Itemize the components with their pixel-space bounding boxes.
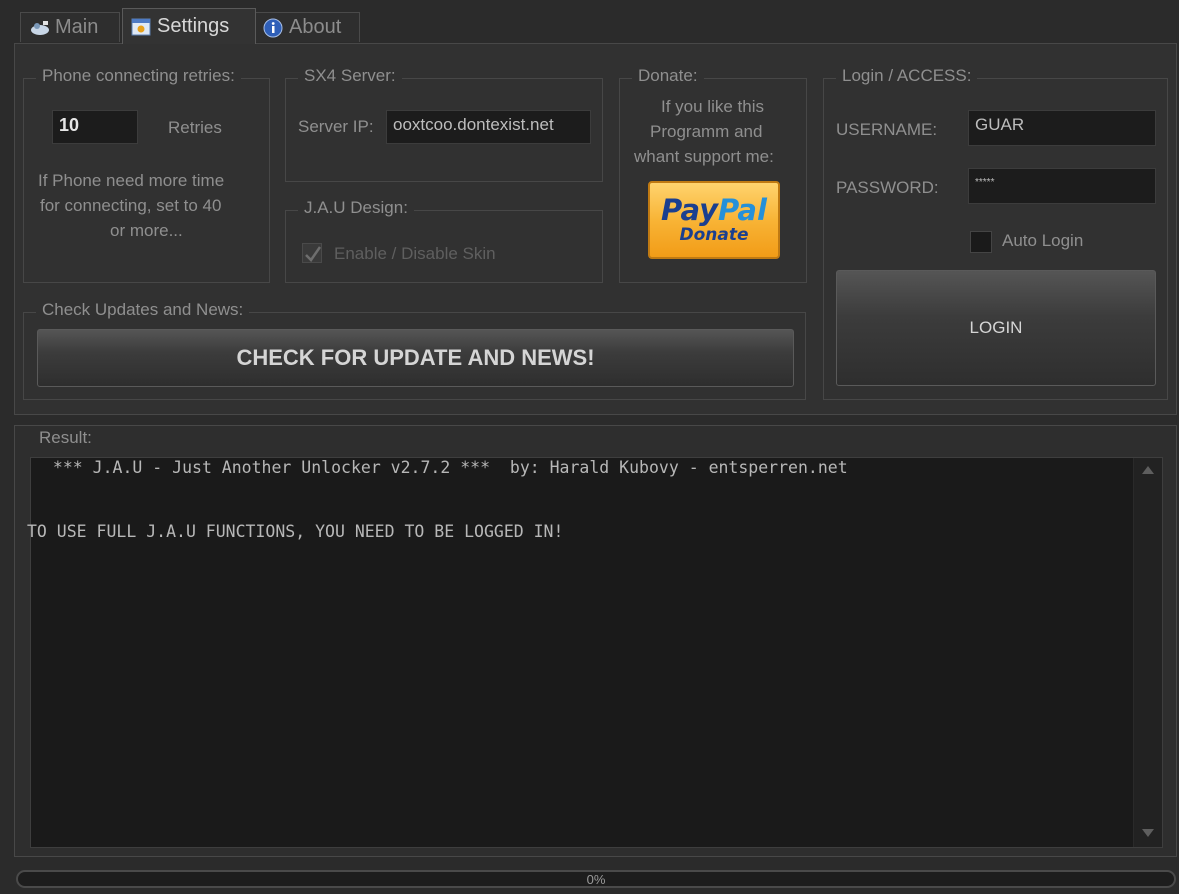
updates-group: Check Updates and News: CHECK FOR UPDATE… bbox=[23, 300, 806, 400]
phone-note-line3: or more... bbox=[110, 221, 183, 240]
sx4-server-title: SX4 Server: bbox=[298, 66, 402, 86]
paypal-donate-label: Donate bbox=[679, 225, 749, 245]
jau-design-group: J.A.U Design: Enable / Disable Skin bbox=[285, 198, 603, 283]
phone-note-line2: for connecting, set to 40 bbox=[40, 196, 222, 215]
scroll-up-icon[interactable] bbox=[1142, 466, 1154, 474]
username-label: USERNAME: bbox=[836, 120, 938, 139]
result-line1: *** J.A.U - Just Another Unlocker v2.7.2… bbox=[43, 458, 848, 477]
auto-login-checkbox[interactable] bbox=[970, 231, 992, 253]
info-icon bbox=[263, 18, 283, 38]
phone-retries-title: Phone connecting retries: bbox=[36, 66, 241, 86]
login-title: Login / ACCESS: bbox=[836, 66, 978, 86]
progress-bar: 0% bbox=[16, 870, 1176, 888]
tab-settings[interactable]: Settings bbox=[122, 8, 256, 44]
server-ip-label: Server IP: bbox=[298, 117, 374, 136]
phone-note-line1: If Phone need more time bbox=[38, 171, 225, 190]
result-console[interactable]: *** J.A.U - Just Another Unlocker v2.7.2… bbox=[27, 457, 1163, 848]
skin-checkbox[interactable] bbox=[302, 243, 322, 263]
paypal-donate-button[interactable]: PayPal Donate bbox=[648, 181, 780, 259]
login-group: Login / ACCESS: USERNAME: GUAR PASSWORD:… bbox=[823, 66, 1168, 400]
password-input[interactable]: ***** bbox=[968, 168, 1156, 204]
check-updates-button[interactable]: CHECK FOR UPDATE AND NEWS! bbox=[37, 329, 794, 387]
skin-checkbox-label: Enable / Disable Skin bbox=[334, 244, 496, 263]
checkmark-icon bbox=[305, 246, 322, 262]
satellite-icon bbox=[29, 18, 49, 38]
password-label: PASSWORD: bbox=[836, 178, 939, 197]
auto-login-label: Auto Login bbox=[1002, 231, 1084, 250]
tab-main-label: Main bbox=[55, 16, 99, 38]
scroll-down-icon[interactable] bbox=[1142, 829, 1154, 837]
donate-line3: whant support me: bbox=[634, 147, 774, 166]
retries-label: Retries bbox=[168, 118, 222, 137]
tab-about-label: About bbox=[289, 16, 342, 38]
result-scrollbar[interactable] bbox=[1133, 458, 1162, 847]
donate-group: Donate: If you like this Programm and wh… bbox=[619, 66, 807, 283]
tab-settings-label: Settings bbox=[157, 15, 230, 37]
settings-panel: Phone connecting retries: 10 Retries If … bbox=[14, 43, 1177, 415]
settings-icon bbox=[131, 17, 151, 37]
sx4-server-group: SX4 Server: Server IP: ooxtcoo.dontexist… bbox=[285, 66, 603, 182]
jau-design-title: J.A.U Design: bbox=[298, 198, 414, 218]
login-button[interactable]: LOGIN bbox=[836, 270, 1156, 386]
donate-line2: Programm and bbox=[650, 122, 763, 141]
updates-title: Check Updates and News: bbox=[36, 300, 250, 320]
phone-retries-group: Phone connecting retries: 10 Retries If … bbox=[23, 66, 270, 283]
server-ip-input[interactable]: ooxtcoo.dontexist.net bbox=[386, 110, 591, 144]
result-line2: TO USE FULL J.A.U FUNCTIONS, YOU NEED TO… bbox=[27, 522, 564, 541]
tab-about[interactable]: About bbox=[254, 12, 360, 42]
tab-bar: Main Settings About bbox=[10, 6, 1170, 44]
tab-main[interactable]: Main bbox=[20, 12, 120, 42]
paypal-logo: PayPal bbox=[661, 193, 767, 227]
progress-label: 0% bbox=[586, 871, 606, 887]
retries-input[interactable]: 10 bbox=[52, 110, 138, 144]
donate-title: Donate: bbox=[632, 66, 704, 86]
donate-line1: If you like this bbox=[661, 97, 764, 116]
username-input[interactable]: GUAR bbox=[968, 110, 1156, 146]
result-title: Result: bbox=[33, 428, 98, 448]
